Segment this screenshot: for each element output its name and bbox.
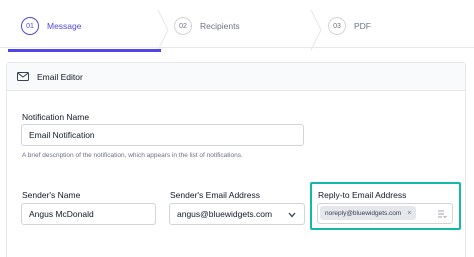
panel-header: Email Editor (7, 63, 465, 91)
mail-icon (17, 72, 29, 81)
step-number: 01 (21, 17, 39, 35)
step-label: Recipients (200, 21, 240, 31)
reply-to-chip[interactable]: noreply@bluewidgets.com × (320, 206, 417, 220)
chip-remove-icon[interactable]: × (407, 210, 411, 217)
chevron-down-icon (288, 212, 296, 218)
sender-name-input[interactable]: Angus McDonald (21, 203, 156, 225)
step-label: Message (47, 21, 82, 31)
step-number: 02 (174, 17, 192, 35)
step-number: 03 (328, 17, 346, 35)
step-message[interactable]: 01 Message (21, 4, 82, 48)
sender-email-value: angus@bluewidgets.com (177, 209, 273, 219)
step-divider-icon (157, 10, 169, 50)
step-label: PDF (354, 21, 371, 31)
steps-bar: 01 Message 02 Recipients 03 PDF (0, 4, 474, 52)
notification-name-input[interactable]: Email Notification (21, 124, 304, 146)
sender-email-label: Sender's Email Address (170, 190, 260, 200)
panel-title: Email Editor (37, 71, 83, 82)
sender-email-select[interactable]: angus@bluewidgets.com (169, 203, 305, 225)
notification-name-help: A brief description of the notification,… (22, 152, 243, 159)
reply-to-chip-text: noreply@bluewidgets.com (325, 209, 402, 217)
step-divider-icon (310, 10, 322, 50)
active-step-indicator (8, 49, 161, 52)
sender-name-label: Sender's Name (22, 190, 81, 200)
sender-name-value: Angus McDonald (29, 209, 94, 219)
step-pdf[interactable]: 03 PDF (328, 4, 371, 48)
step-recipients[interactable]: 02 Recipients (174, 4, 240, 48)
notification-name-value: Email Notification (29, 130, 95, 140)
notification-name-label: Notification Name (22, 112, 90, 122)
reply-to-label: Reply-to Email Address (318, 190, 407, 200)
list-menu-icon[interactable] (437, 209, 447, 219)
